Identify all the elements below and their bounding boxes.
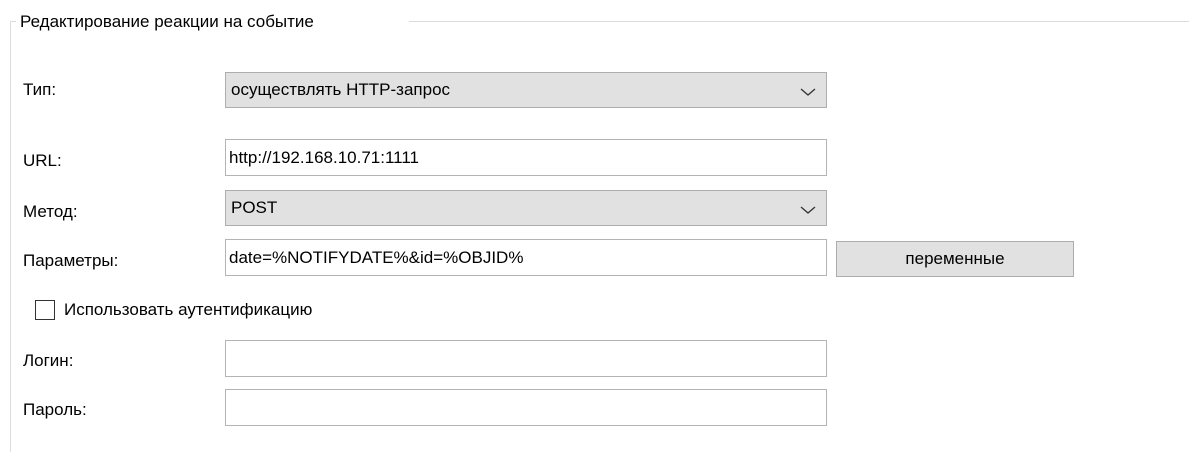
password-label: Пароль: [23, 400, 87, 419]
params-input[interactable]: date=%NOTIFYDATE%&id=%OBJID% [225, 239, 827, 276]
url-label: URL: [23, 151, 62, 170]
group-border-left [10, 21, 11, 452]
type-select-value: осуществлять HTTP-запрос [231, 80, 451, 99]
event-reaction-form: Редактирование реакции на событие Тип: о… [0, 0, 1189, 452]
params-input-value: date=%NOTIFYDATE%&id=%OBJID% [229, 248, 524, 267]
variables-button[interactable]: переменные [836, 241, 1074, 277]
auth-checkbox[interactable] [35, 300, 55, 320]
login-input[interactable] [225, 340, 827, 377]
method-select[interactable]: POST [225, 190, 827, 226]
type-label: Тип: [23, 80, 57, 99]
login-label: Логин: [23, 351, 74, 370]
group-title: Редактирование реакции на событие [20, 12, 314, 31]
auth-checkbox-label[interactable]: Использовать аутентификацию [64, 298, 312, 322]
method-label: Метод: [23, 202, 78, 221]
url-input[interactable]: http://192.168.10.71:1111 [225, 139, 827, 176]
url-input-value: http://192.168.10.71:1111 [229, 148, 419, 167]
method-select-value: POST [231, 198, 278, 217]
chevron-down-icon [800, 206, 816, 214]
password-input[interactable] [225, 389, 827, 426]
params-label: Параметры: [23, 251, 119, 270]
type-select[interactable]: осуществлять HTTP-запрос [225, 72, 827, 108]
chevron-down-icon [800, 88, 816, 96]
group-border-top-right [409, 21, 1189, 22]
